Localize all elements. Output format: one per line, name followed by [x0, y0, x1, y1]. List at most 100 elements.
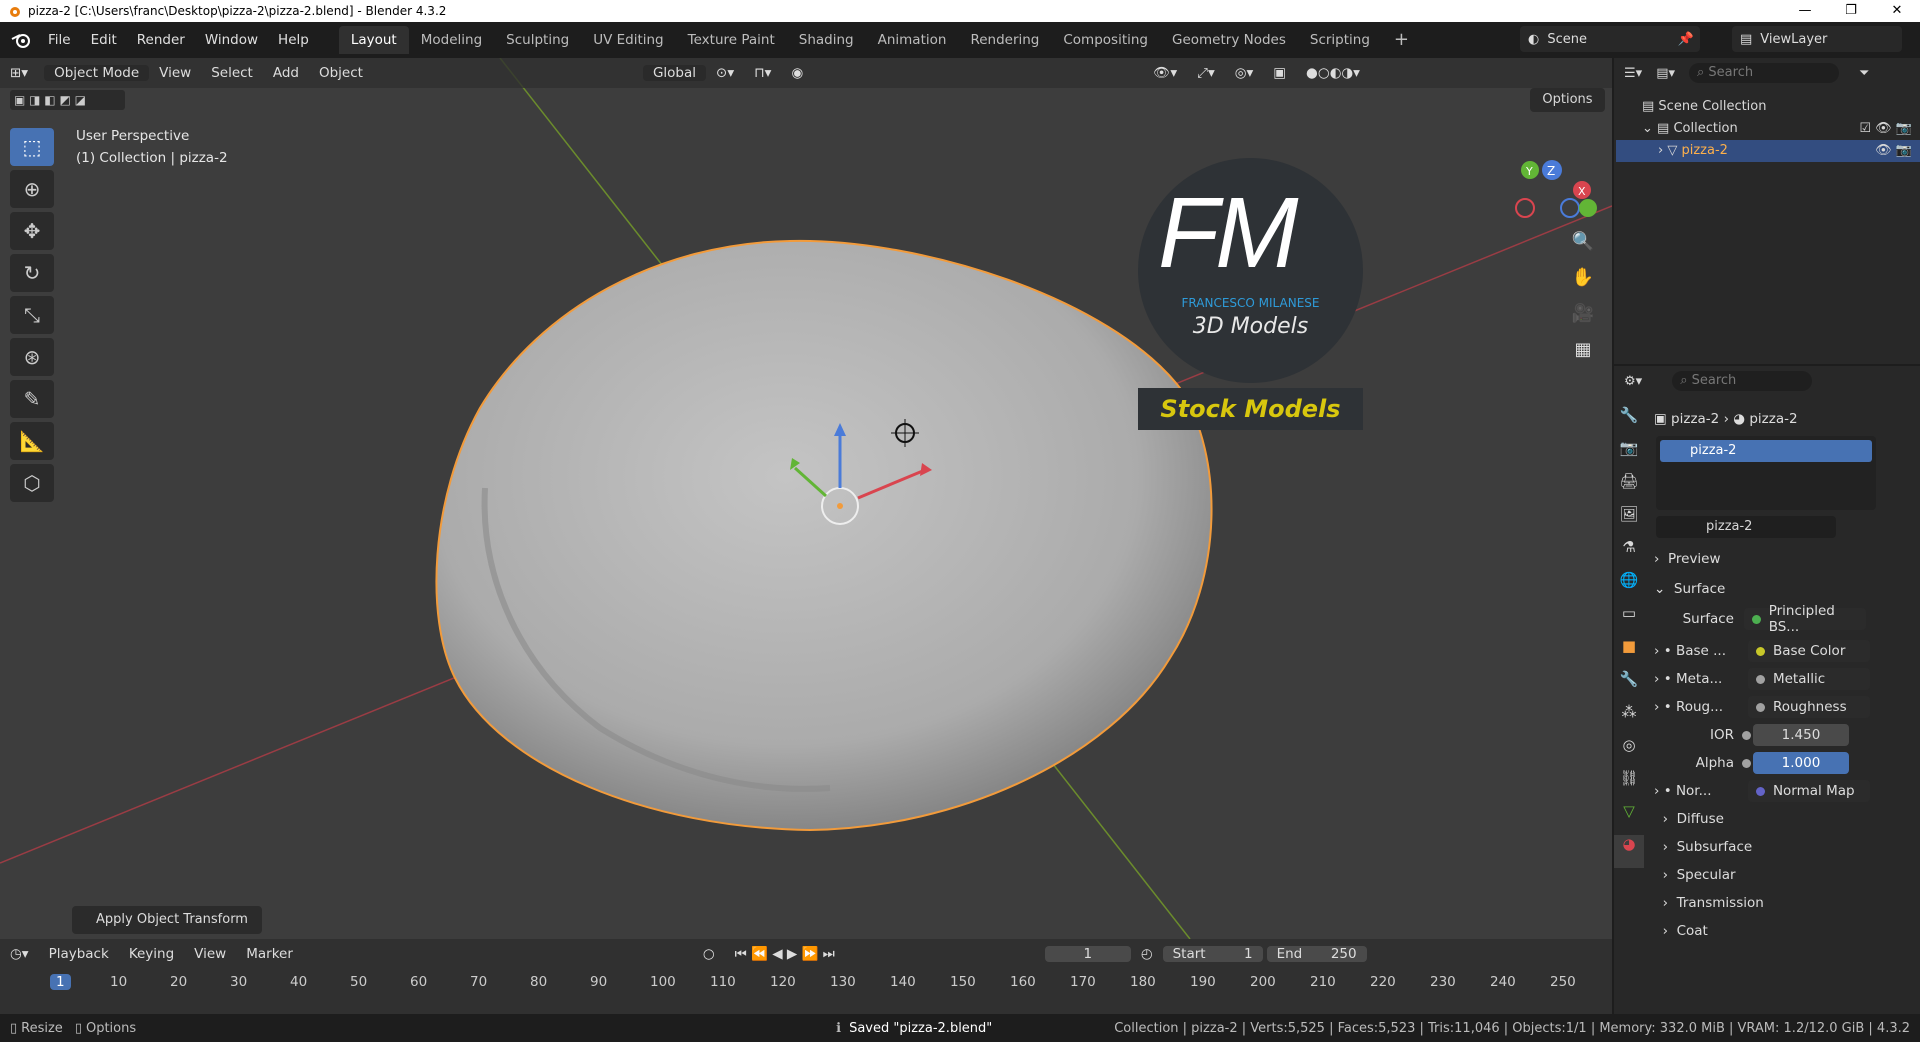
collection-row[interactable]: ⌄ ▤ Collection ☑ 👁 📷 [1642, 118, 1912, 140]
base-color-row[interactable]: › • Base ... Base Color [1654, 638, 1916, 664]
current-frame-field[interactable]: 1 [1044, 946, 1131, 962]
gizmo-toggle-icon[interactable]: ⤢▾ [1187, 65, 1225, 81]
outliner-search-field[interactable]: ⌕ Search [1689, 63, 1839, 83]
add-menu[interactable]: Add [263, 65, 309, 81]
marker-menu[interactable]: Marker [236, 946, 303, 962]
normal-map-field[interactable]: Normal Map [1747, 780, 1870, 802]
rotate-tool-icon[interactable]: ↻ [10, 254, 54, 292]
metallic-row[interactable]: › • Meta... Metallic [1654, 666, 1916, 692]
menu-file[interactable]: File [38, 32, 81, 48]
viewport-scene[interactable] [0, 58, 1612, 939]
physics-tab-icon[interactable]: ◎ [1614, 736, 1644, 769]
tool-tab-icon[interactable]: 🔧 [1614, 406, 1644, 439]
filter-icon[interactable]: ⏷ [1859, 66, 1869, 81]
menu-window[interactable]: Window [195, 32, 268, 48]
base-color-field[interactable]: Base Color [1747, 640, 1870, 662]
menu-render[interactable]: Render [127, 32, 195, 48]
ior-field[interactable]: 1.450 [1753, 724, 1849, 746]
scene-selector[interactable]: ◐ Scene 📌 [1520, 26, 1700, 52]
scene-tab-icon[interactable]: ⚗ [1614, 538, 1644, 571]
display-mode-icon[interactable]: ▤▾ [1656, 66, 1675, 81]
menu-help[interactable]: Help [268, 32, 319, 48]
transform-tool-icon[interactable]: ⊛ [10, 338, 54, 376]
specular-panel[interactable]: › Specular [1654, 862, 1916, 888]
pin-icon[interactable]: 📌 [1678, 32, 1694, 47]
move-tool-icon[interactable]: ✥ [10, 212, 54, 250]
selection-modes[interactable]: ▣ ◨ ◧ ◩ ◪ [10, 90, 125, 110]
world-tab-icon[interactable]: 🌐 [1614, 571, 1644, 604]
menu-edit[interactable]: Edit [81, 32, 127, 48]
select-menu[interactable]: Select [201, 65, 263, 81]
props-editor-icon[interactable]: ⚙▾ [1624, 374, 1642, 389]
outliner-object-row[interactable]: › ▽ pizza-2 👁 📷 [1616, 140, 1920, 162]
close-button[interactable]: ✕ [1874, 0, 1920, 22]
frame-ruler[interactable]: 1 10 20 30 40 50 60 70 80 90 100 110 120 130 140 150 160… [0, 969, 1612, 997]
tab-shading[interactable]: Shading [787, 26, 866, 54]
camera-view-icon[interactable]: 🎥 [1568, 298, 1598, 328]
playback-controls[interactable]: ⏮ ⏪ ◀ ▶ ⏩ ⏭ [725, 946, 845, 962]
measure-tool-icon[interactable]: 📐 [10, 422, 54, 460]
minimize-button[interactable]: — [1782, 0, 1828, 22]
preview-panel[interactable]: › Preview [1654, 546, 1916, 572]
view-layer-selector[interactable]: ▤ ViewLayer [1732, 26, 1902, 52]
navigation-gizmo[interactable]: Z X Y [1500, 138, 1600, 228]
roughness-row[interactable]: › • Roug... Roughness [1654, 694, 1916, 720]
zoom-icon[interactable]: 🔍 [1568, 226, 1598, 256]
keying-menu[interactable]: Keying [119, 946, 184, 962]
timeline-editor-icon[interactable]: ◷▾ [0, 946, 39, 962]
view-layer-tab-icon[interactable]: 🖼 [1614, 505, 1644, 538]
tab-uv-editing[interactable]: UV Editing [581, 26, 675, 54]
modifier-tab-icon[interactable]: 🔧 [1614, 670, 1644, 703]
tab-rendering[interactable]: Rendering [958, 26, 1051, 54]
alpha-field[interactable]: 1.000 [1753, 752, 1849, 774]
material-name-field[interactable]: pizza-2 [1656, 516, 1836, 538]
object-tab-icon[interactable]: ■ [1614, 637, 1644, 670]
pivot-icon[interactable]: ⊙▾ [706, 65, 744, 81]
3d-viewport[interactable]: ⊞▾ Object Mode View Select Add Object Gl… [0, 58, 1612, 939]
snap-icon[interactable]: ⊓▾ [744, 65, 781, 81]
auto-key-icon[interactable]: ○ [693, 946, 725, 962]
add-workspace-icon[interactable]: + [1382, 26, 1421, 54]
tab-scripting[interactable]: Scripting [1298, 26, 1382, 54]
add-cube-tool-icon[interactable]: ⬡ [10, 464, 54, 502]
tab-geometry-nodes[interactable]: Geometry Nodes [1160, 26, 1298, 54]
select-box-tool-icon[interactable]: ⬚ [10, 128, 54, 166]
pan-hand-icon[interactable]: ✋ [1568, 262, 1598, 292]
options-button[interactable]: Options [1530, 88, 1605, 112]
metallic-field[interactable]: Metallic [1747, 668, 1870, 690]
xray-icon[interactable]: ▣ [1263, 65, 1296, 81]
editor-type-icon[interactable]: ⊞▾ [0, 65, 38, 81]
scale-tool-icon[interactable]: ⤡ [10, 296, 54, 334]
ortho-grid-icon[interactable]: ▦ [1568, 334, 1598, 364]
roughness-field[interactable]: Roughness [1747, 696, 1870, 718]
collection-tab-icon[interactable]: ▭ [1614, 604, 1644, 637]
surface-panel[interactable]: ⌄ Surface [1654, 576, 1916, 602]
data-tab-icon[interactable]: ▽ [1614, 802, 1644, 835]
start-frame-field[interactable]: Start 1 [1162, 946, 1263, 962]
tab-animation[interactable]: Animation [866, 26, 959, 54]
subsurface-panel[interactable]: › Subsurface [1654, 834, 1916, 860]
view-menu[interactable]: View [149, 65, 201, 81]
outliner-editor-icon[interactable]: ☰▾ [1624, 66, 1642, 81]
normal-row[interactable]: › • Nor... Normal Map [1654, 778, 1916, 804]
output-tab-icon[interactable]: 🖨 [1614, 472, 1644, 505]
object-menu[interactable]: Object [309, 65, 373, 81]
tab-texture-paint[interactable]: Texture Paint [676, 26, 787, 54]
playback-menu[interactable]: Playback [39, 946, 119, 962]
tab-compositing[interactable]: Compositing [1051, 26, 1160, 54]
overlay-toggle-icon[interactable]: ◎▾ [1225, 65, 1264, 81]
transmission-panel[interactable]: › Transmission [1654, 890, 1916, 916]
surface-shader-field[interactable]: Principled BS... [1744, 603, 1866, 635]
material-tab-icon[interactable]: ◕ [1614, 835, 1644, 868]
tab-layout[interactable]: Layout [338, 26, 409, 54]
material-slot[interactable]: pizza-2 [1660, 440, 1872, 462]
constraints-tab-icon[interactable]: ⛓ [1614, 769, 1644, 802]
clock-icon[interactable]: ◴ [1131, 946, 1163, 962]
props-search-field[interactable]: ⌕ Search [1672, 371, 1813, 391]
annotate-tool-icon[interactable]: ✎ [10, 380, 54, 418]
apply-object-transform-panel[interactable]: Apply Object Transform [72, 906, 262, 934]
proportional-edit-icon[interactable]: ◉ [781, 65, 813, 81]
visibility-icon[interactable]: 👁▾ [1143, 65, 1187, 81]
tab-sculpting[interactable]: Sculpting [494, 26, 581, 54]
cursor-tool-icon[interactable]: ⊕ [10, 170, 54, 208]
